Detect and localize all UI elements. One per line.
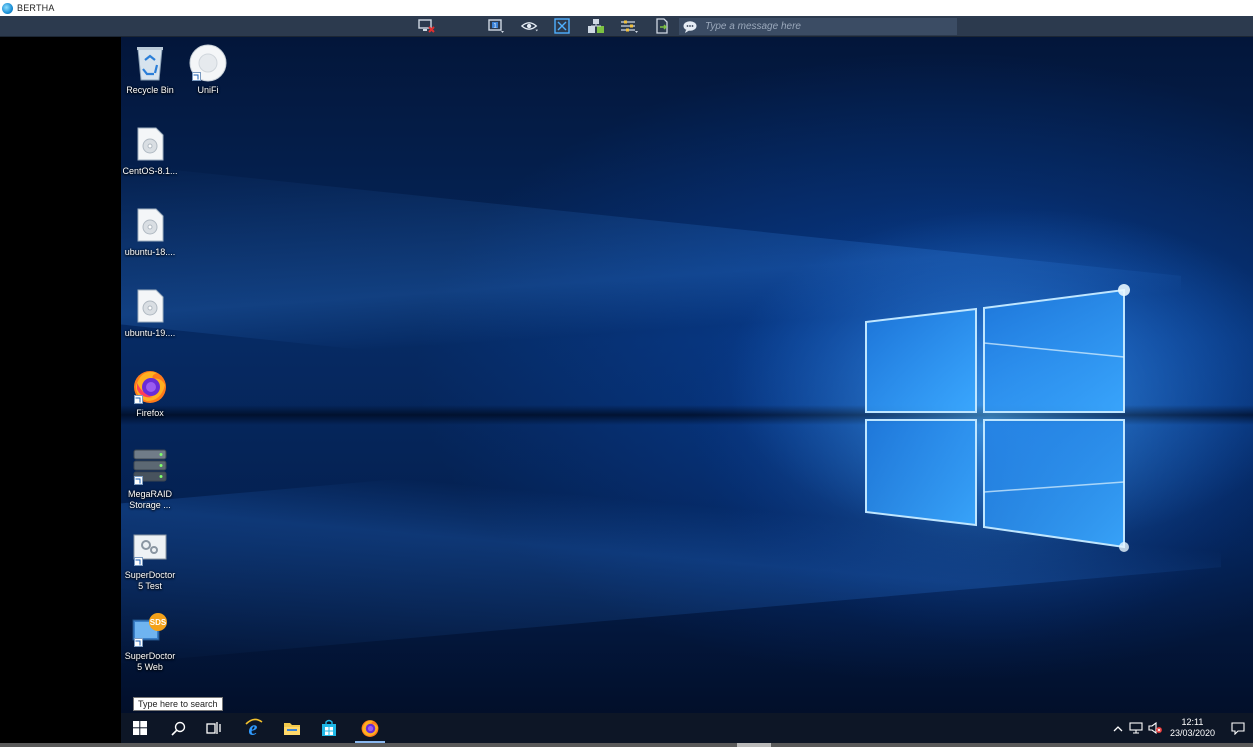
file-explorer-icon [284, 722, 300, 735]
superdoctor-web-icon: SDS [130, 609, 170, 649]
remote-desktop[interactable]: Recycle Bin UniFi CentOS-8.1... ubuntu-1… [121, 37, 1253, 713]
desktop-icon-label: Firefox [136, 408, 164, 418]
internet-explorer-button[interactable]: e [237, 713, 271, 743]
windows-logo-wallpaper [691, 187, 1253, 647]
unifi-icon [188, 43, 228, 83]
desktop-icon-superdoctor-test[interactable]: SuperDoctor 5 Test [121, 528, 180, 592]
disconnect-icon[interactable] [418, 18, 436, 34]
file-explorer-button[interactable] [275, 713, 309, 743]
desktop-icon-recycle-bin[interactable]: Recycle Bin [121, 43, 180, 96]
taskbar: e 12:11 23/03/2020 [121, 713, 1253, 743]
horizontal-scrollbar[interactable] [0, 743, 1253, 747]
shortcut-arrow-icon [134, 557, 143, 566]
remote-toolbar: 1 [0, 16, 1253, 37]
notifications-icon[interactable] [1223, 721, 1253, 735]
window-title: BERTHA [17, 3, 55, 13]
desktop-icon-centos[interactable]: CentOS-8.1... [121, 124, 180, 177]
desktop-icon-ubuntu-18[interactable]: ubuntu-18.... [121, 205, 180, 258]
desktop-icon-unifi[interactable]: UniFi [178, 43, 238, 96]
message-input[interactable] [705, 21, 945, 32]
superdoctor-test-icon [130, 528, 170, 568]
settings-icon[interactable] [620, 18, 638, 34]
system-tray: 12:11 23/03/2020 [1110, 713, 1253, 743]
recycle-bin-icon [130, 43, 170, 83]
shortcut-arrow-icon [134, 638, 143, 647]
shortcut-arrow-icon [134, 476, 143, 485]
clock[interactable]: 12:11 23/03/2020 [1170, 717, 1215, 739]
desktop-icon-label: ubuntu-18.... [124, 247, 176, 257]
desktop-icon-label: CentOS-8.1... [122, 166, 178, 176]
store-button[interactable] [312, 713, 346, 743]
disc-image-icon [130, 286, 170, 326]
megaraid-icon [130, 447, 170, 487]
internet-explorer-icon: e [245, 718, 263, 738]
network-icon[interactable] [1126, 722, 1146, 734]
desktop-icon-label: SuperDoctor 5 Test [124, 570, 176, 591]
firefox-icon [361, 720, 379, 737]
desktop-icon-megaraid[interactable]: MegaRAID Storage ... [121, 447, 180, 511]
start-icon [133, 721, 147, 735]
search-tooltip: Type here to search [133, 697, 223, 711]
desktop-icon-label: Recycle Bin [126, 85, 174, 95]
app-logo-icon [2, 2, 13, 14]
task-view-icon [206, 722, 221, 734]
desktop-icon-label: SuperDoctor 5 Web [124, 651, 176, 672]
remote-session-window: { "window": {"title": "BERTHA"}, "toolba… [0, 0, 1253, 747]
task-view-button[interactable] [197, 713, 231, 743]
fit-screen-icon[interactable] [553, 18, 571, 34]
start-button[interactable] [123, 713, 157, 743]
store-icon [322, 719, 336, 736]
desktop-icon-label: UniFi [197, 85, 219, 95]
shortcut-arrow-icon [134, 395, 143, 404]
desktop-icon-firefox[interactable]: Firefox [121, 366, 180, 419]
desktop-icon-superdoctor-web[interactable]: SDS SuperDoctor 5 Web [121, 609, 180, 673]
disc-image-icon [130, 205, 170, 245]
volume-muted-icon[interactable] [1146, 722, 1164, 734]
desktop-icon-ubuntu-19[interactable]: ubuntu-19.... [121, 286, 180, 339]
monitor-select-icon[interactable]: 1 [487, 18, 505, 34]
clock-date: 23/03/2020 [1169, 728, 1215, 738]
firefox-taskbar-button[interactable] [353, 713, 387, 743]
scrollbar-thumb[interactable] [737, 743, 771, 747]
chevron-up-icon[interactable] [1110, 725, 1126, 732]
title-bar: BERTHA [0, 0, 1253, 16]
disc-image-icon [130, 124, 170, 164]
message-box[interactable] [679, 18, 957, 35]
view-only-icon[interactable] [521, 18, 539, 34]
remote-control-icon[interactable] [587, 18, 605, 34]
clock-time: 12:11 [1181, 717, 1204, 727]
shortcut-arrow-icon [192, 72, 201, 81]
firefox-icon [130, 366, 170, 406]
file-transfer-icon[interactable] [653, 18, 671, 34]
search-button[interactable] [161, 713, 195, 743]
desktop-icon-label: MegaRAID Storage ... [127, 489, 172, 510]
svg-text:SDS: SDS [150, 618, 167, 627]
chat-icon [683, 21, 697, 33]
search-icon [170, 721, 185, 736]
desktop-icon-label: ubuntu-19.... [124, 328, 176, 338]
